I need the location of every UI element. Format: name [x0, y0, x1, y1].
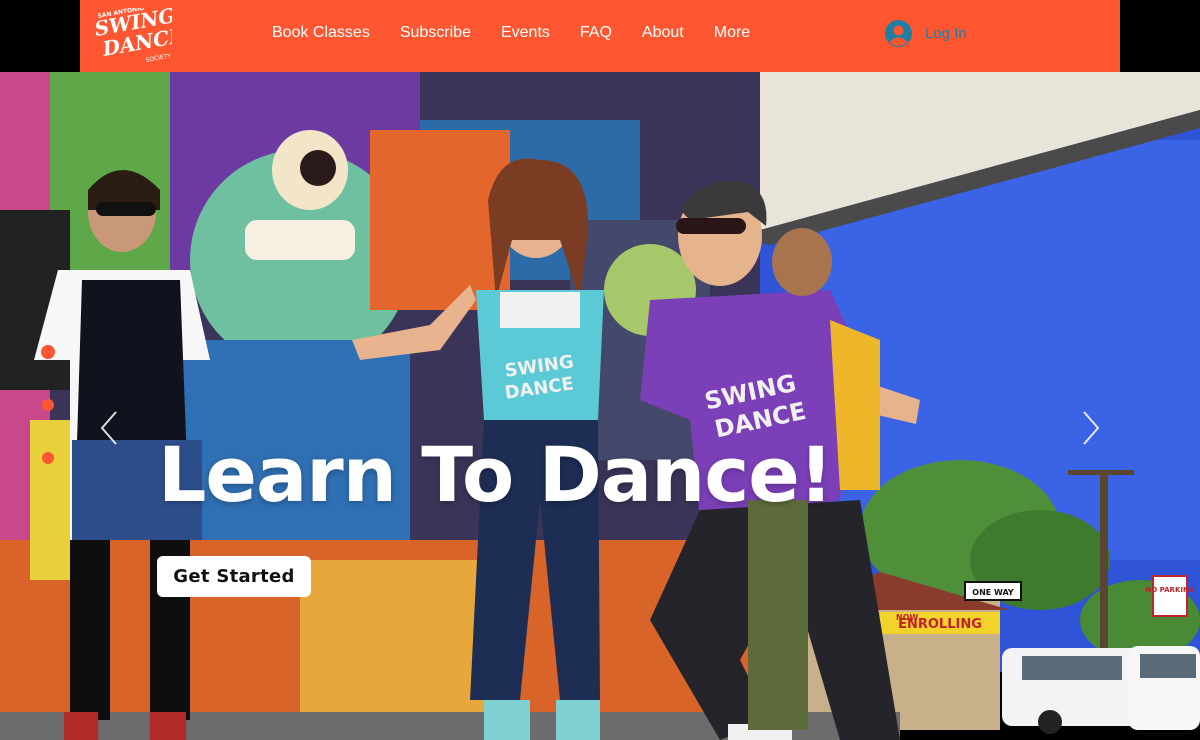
nav-events[interactable]: Events	[501, 24, 550, 42]
login-label: Log In	[925, 25, 967, 42]
hero-background: ENROLLING NOW ONE WAY NO PARKING SWING D…	[0, 0, 1200, 740]
logo-mark: SAN ANTONIO SWING DANCE SOCIETY	[93, 3, 187, 64]
hero-headline: Learn To Dance!	[158, 430, 833, 519]
site-logo[interactable]: SAN ANTONIO SWING DANCE SOCIETY	[92, 3, 187, 64]
prev-slide-button[interactable]	[96, 408, 122, 448]
next-slide-button[interactable]	[1078, 408, 1104, 448]
slide-dot-2[interactable]	[42, 399, 54, 411]
now-sign: NOW	[896, 613, 918, 622]
nav-more[interactable]: More	[714, 24, 750, 42]
login-button[interactable]: Log In	[885, 20, 967, 47]
nav-subscribe[interactable]: Subscribe	[400, 24, 471, 42]
chevron-right-icon	[1083, 411, 1100, 445]
logo-text-bottom: SOCIETY	[145, 53, 172, 64]
hero-photo: ENROLLING NOW ONE WAY NO PARKING SWING D…	[0, 72, 1200, 740]
get-started-button[interactable]: Get Started	[157, 556, 311, 597]
nav-book-classes[interactable]: Book Classes	[272, 24, 370, 42]
nav-about[interactable]: About	[642, 24, 684, 42]
nav-faq[interactable]: FAQ	[580, 24, 612, 42]
get-started-label: Get Started	[173, 566, 295, 587]
no-parking-sign: NO PARKING	[1145, 586, 1194, 594]
slide-dot-1[interactable]	[41, 345, 55, 359]
site-header: SAN ANTONIO SWING DANCE SOCIETY Book Cla…	[80, 0, 1120, 72]
slide-indicators	[41, 345, 55, 469]
one-way-sign: ONE WAY	[972, 588, 1014, 597]
main-nav: Book Classes Subscribe Events FAQ About …	[272, 0, 780, 66]
chevron-left-icon	[100, 411, 117, 445]
user-avatar-icon	[885, 20, 912, 47]
slide-dot-3[interactable]	[42, 452, 54, 464]
